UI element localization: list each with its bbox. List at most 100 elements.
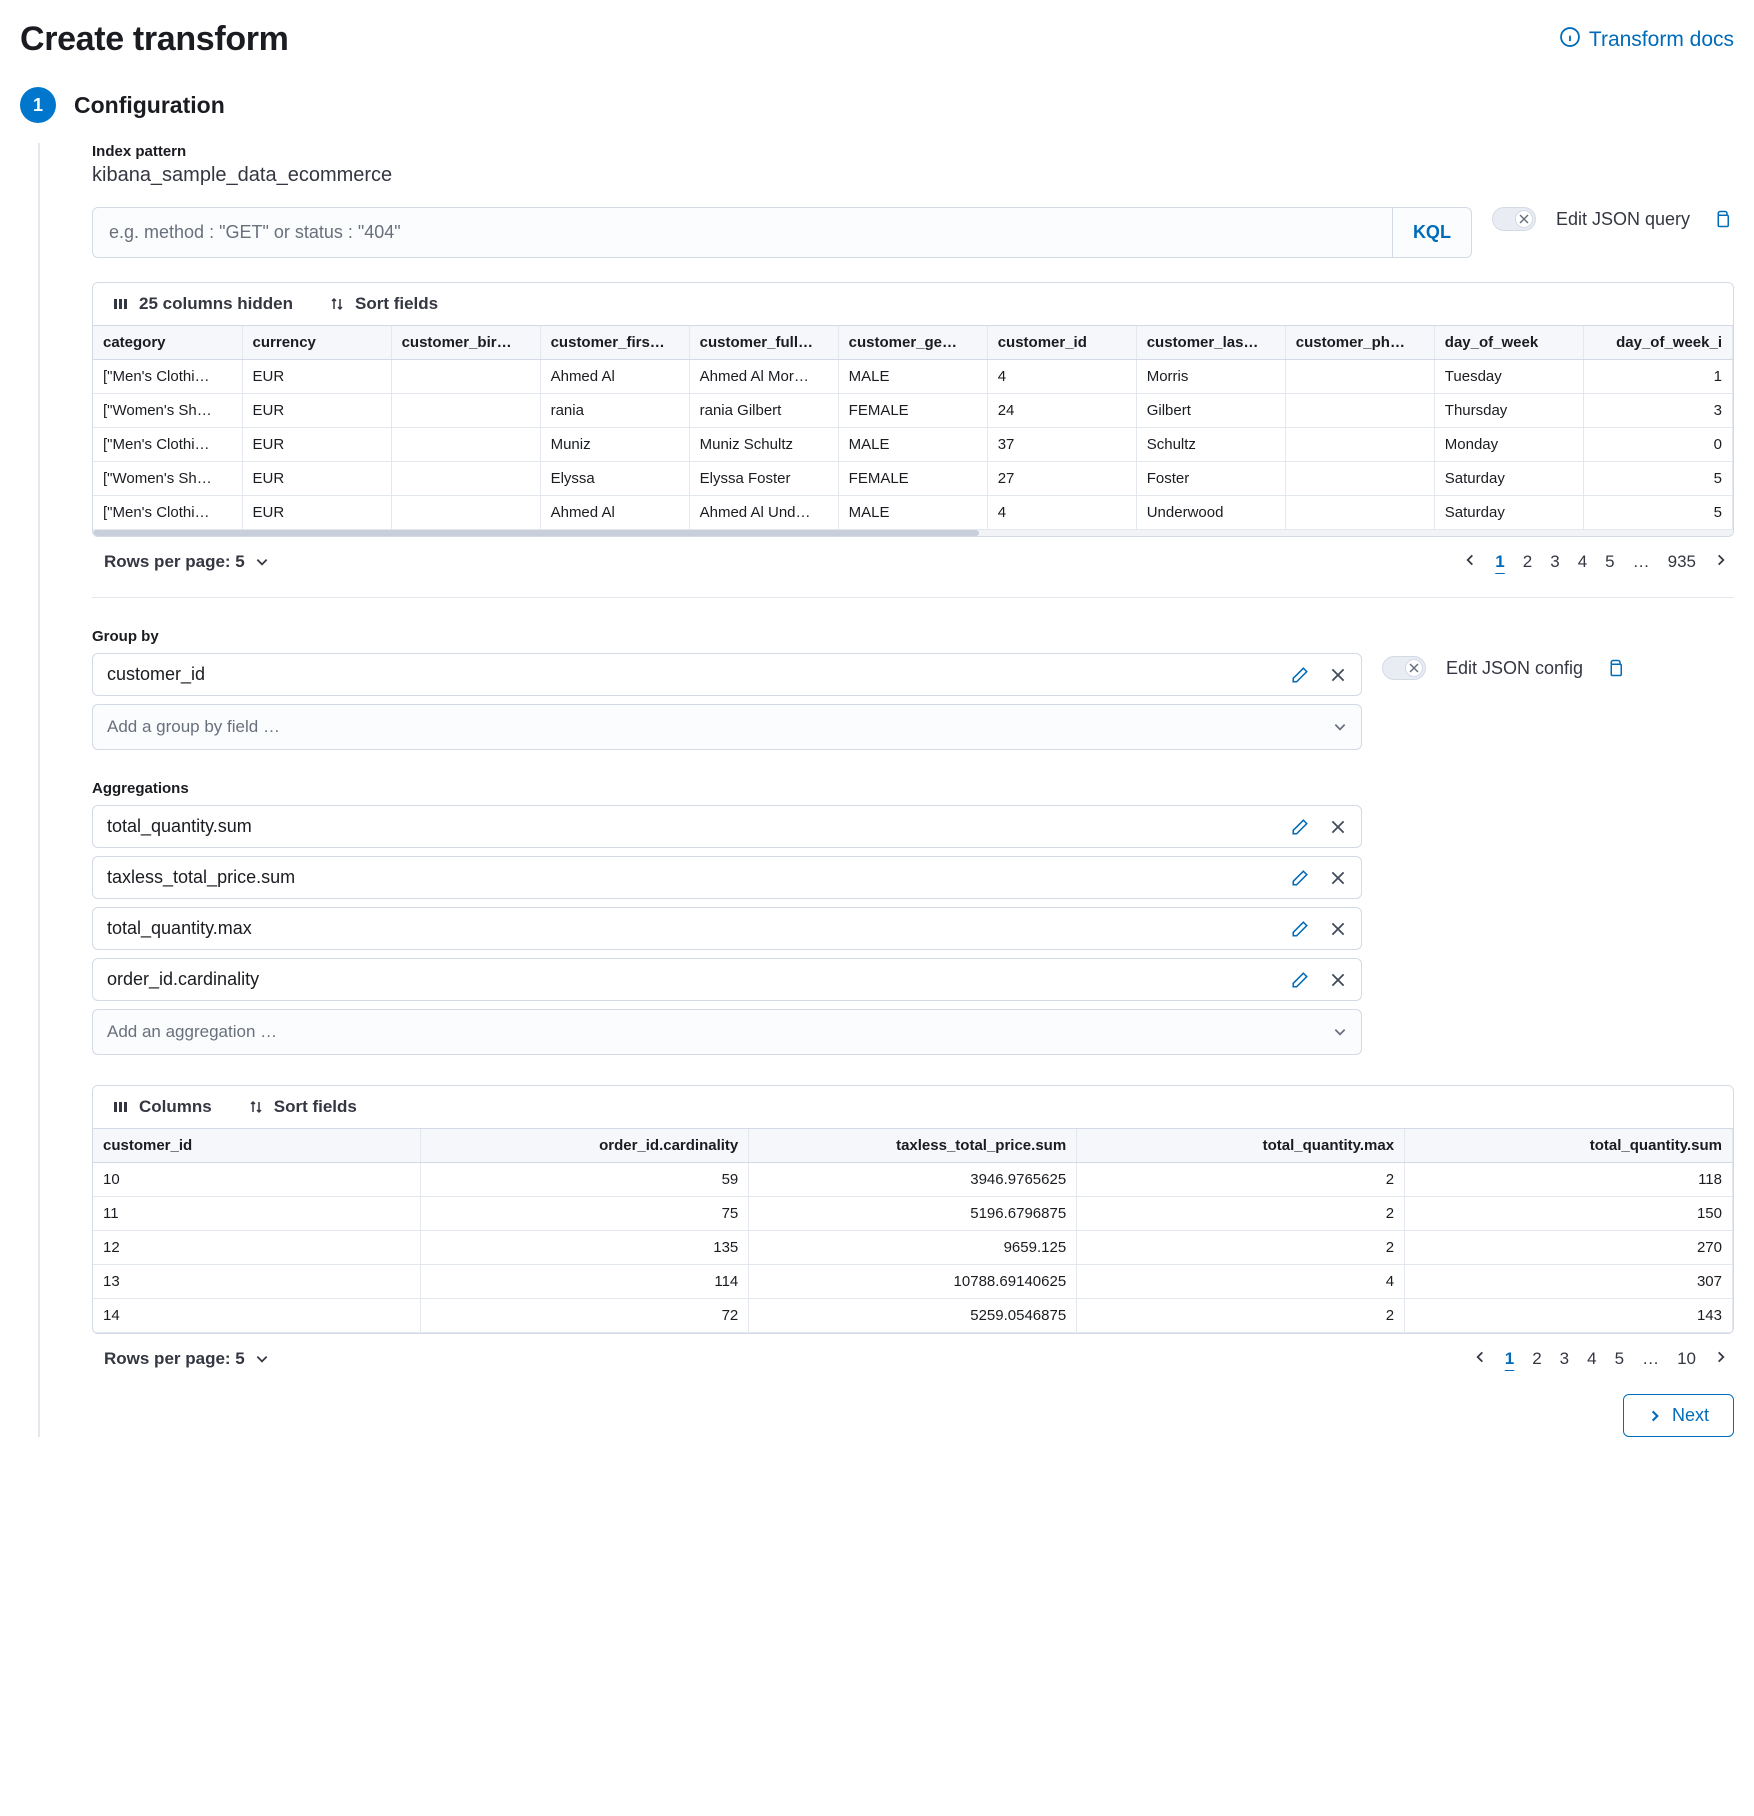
table-row: ["Men's Clothi…EURMunizMuniz SchultzMALE… <box>93 428 1733 462</box>
page-number[interactable]: 935 <box>1668 552 1696 572</box>
copy-query-button[interactable] <box>1710 207 1734 231</box>
close-icon[interactable] <box>1329 666 1347 684</box>
page-number[interactable]: 3 <box>1560 1349 1569 1369</box>
sort-fields-button[interactable]: Sort fields <box>323 293 444 315</box>
step-badge: 1 <box>20 87 56 123</box>
aggregation-item: taxless_total_price.sum <box>92 856 1362 899</box>
col-header[interactable]: customer_las… <box>1136 326 1285 360</box>
kql-button[interactable]: KQL <box>1392 208 1471 257</box>
close-icon[interactable] <box>1329 971 1347 989</box>
page-number[interactable]: 4 <box>1578 552 1587 572</box>
col-header[interactable]: total_quantity.sum <box>1405 1129 1733 1163</box>
edit-icon[interactable] <box>1291 818 1309 836</box>
close-icon[interactable] <box>1329 818 1347 836</box>
aggregation-item: order_id.cardinality <box>92 958 1362 1001</box>
page-title: Create transform <box>20 20 289 59</box>
edit-icon[interactable] <box>1291 971 1309 989</box>
rows-per-page-label: Rows per page: 5 <box>104 552 245 572</box>
query-input[interactable] <box>93 208 1392 257</box>
group-by-item-label: customer_id <box>107 664 1291 685</box>
col-header[interactable]: customer_bir… <box>391 326 540 360</box>
page-number[interactable]: 2 <box>1532 1349 1541 1369</box>
col-header[interactable]: customer_full… <box>689 326 838 360</box>
edit-icon[interactable] <box>1291 920 1309 938</box>
col-header[interactable]: customer_ph… <box>1285 326 1434 360</box>
next-button[interactable]: Next <box>1623 1394 1734 1437</box>
page-number[interactable]: 3 <box>1550 552 1559 572</box>
aggregation-item-label: order_id.cardinality <box>107 969 1291 990</box>
edit-json-config-label: Edit JSON config <box>1446 658 1583 679</box>
prev-page-button[interactable] <box>1463 552 1477 572</box>
close-icon[interactable] <box>1329 920 1347 938</box>
aggregation-item: total_quantity.sum <box>92 805 1362 848</box>
close-icon[interactable] <box>1329 869 1347 887</box>
edit-json-config-switch[interactable] <box>1382 656 1426 680</box>
col-header[interactable]: customer_ge… <box>838 326 987 360</box>
table-row: ["Men's Clothi…EURAhmed AlAhmed Al Und…M… <box>93 496 1733 530</box>
columns-label: Columns <box>139 1097 212 1117</box>
copy-config-button[interactable] <box>1603 656 1627 680</box>
next-page-button[interactable] <box>1714 552 1728 572</box>
page-number[interactable]: 10 <box>1677 1349 1696 1369</box>
col-header[interactable]: currency <box>242 326 391 360</box>
page-number[interactable]: 1 <box>1505 1349 1514 1369</box>
col-header[interactable]: customer_id <box>93 1129 421 1163</box>
rows-per-page-button[interactable]: Rows per page: 5 <box>98 1348 275 1370</box>
add-group-by-input[interactable]: Add a group by field … <box>92 704 1362 750</box>
page-number[interactable]: 5 <box>1605 552 1614 572</box>
sort-fields-label: Sort fields <box>274 1097 357 1117</box>
col-header[interactable]: category <box>93 326 242 360</box>
table-row: 14725259.05468752143 <box>93 1299 1733 1333</box>
group-by-label: Group by <box>92 628 1362 645</box>
docs-icon <box>1559 26 1581 54</box>
columns-hidden-label: 25 columns hidden <box>139 294 293 314</box>
col-header[interactable]: day_of_week_i <box>1583 326 1732 360</box>
columns-hidden-button[interactable]: 25 columns hidden <box>107 293 299 315</box>
page-ellipsis: … <box>1633 552 1650 572</box>
aggregation-item: total_quantity.max <box>92 907 1362 950</box>
index-pattern-value: kibana_sample_data_ecommerce <box>92 164 1734 187</box>
rows-per-page-button[interactable]: Rows per page: 5 <box>98 551 275 573</box>
add-aggregation-placeholder: Add an aggregation … <box>107 1022 277 1042</box>
chevron-down-icon <box>1333 1025 1347 1039</box>
add-aggregation-input[interactable]: Add an aggregation … <box>92 1009 1362 1055</box>
aggregations-label: Aggregations <box>92 780 1362 797</box>
table-row: 121359659.1252270 <box>93 1231 1733 1265</box>
preview-pagination: 1 2 3 4 5 … 10 <box>1473 1349 1728 1369</box>
chevron-down-icon <box>1333 720 1347 734</box>
edit-json-query-switch[interactable] <box>1492 207 1536 231</box>
aggregation-item-label: total_quantity.sum <box>107 816 1291 837</box>
page-number[interactable]: 2 <box>1523 552 1532 572</box>
columns-button[interactable]: Columns <box>107 1096 218 1118</box>
source-pagination: 1 2 3 4 5 … 935 <box>1463 552 1728 572</box>
next-label: Next <box>1672 1405 1709 1426</box>
aggregation-item-label: taxless_total_price.sum <box>107 867 1291 888</box>
col-header[interactable]: order_id.cardinality <box>421 1129 749 1163</box>
group-by-item: customer_id <box>92 653 1362 696</box>
page-ellipsis: … <box>1642 1349 1659 1369</box>
transform-docs-link[interactable]: Transform docs <box>1559 26 1734 54</box>
col-header[interactable]: total_quantity.max <box>1077 1129 1405 1163</box>
edit-icon[interactable] <box>1291 666 1309 684</box>
page-number[interactable]: 5 <box>1615 1349 1624 1369</box>
page-number[interactable]: 4 <box>1587 1349 1596 1369</box>
table-row: ["Women's Sh…EURElyssaElyssa FosterFEMAL… <box>93 462 1733 496</box>
page-number[interactable]: 1 <box>1495 552 1504 572</box>
col-header[interactable]: taxless_total_price.sum <box>749 1129 1077 1163</box>
next-page-button[interactable] <box>1714 1349 1728 1369</box>
table-row: ["Women's Sh…EURraniarania GilbertFEMALE… <box>93 394 1733 428</box>
sort-fields-button[interactable]: Sort fields <box>242 1096 363 1118</box>
chevron-right-icon <box>1648 1409 1662 1423</box>
edit-json-query-label: Edit JSON query <box>1556 209 1690 230</box>
query-bar: KQL <box>92 207 1472 258</box>
col-header[interactable]: customer_id <box>987 326 1136 360</box>
preview-grid: Columns Sort fields customer_id order_id… <box>92 1085 1734 1334</box>
table-row: 1311410788.691406254307 <box>93 1265 1733 1299</box>
edit-icon[interactable] <box>1291 869 1309 887</box>
prev-page-button[interactable] <box>1473 1349 1487 1369</box>
step-title: Configuration <box>74 92 225 119</box>
col-header[interactable]: customer_firs… <box>540 326 689 360</box>
horizontal-scrollbar[interactable] <box>93 530 1733 536</box>
table-row: ["Men's Clothi…EURAhmed AlAhmed Al Mor…M… <box>93 360 1733 394</box>
col-header[interactable]: day_of_week <box>1434 326 1583 360</box>
